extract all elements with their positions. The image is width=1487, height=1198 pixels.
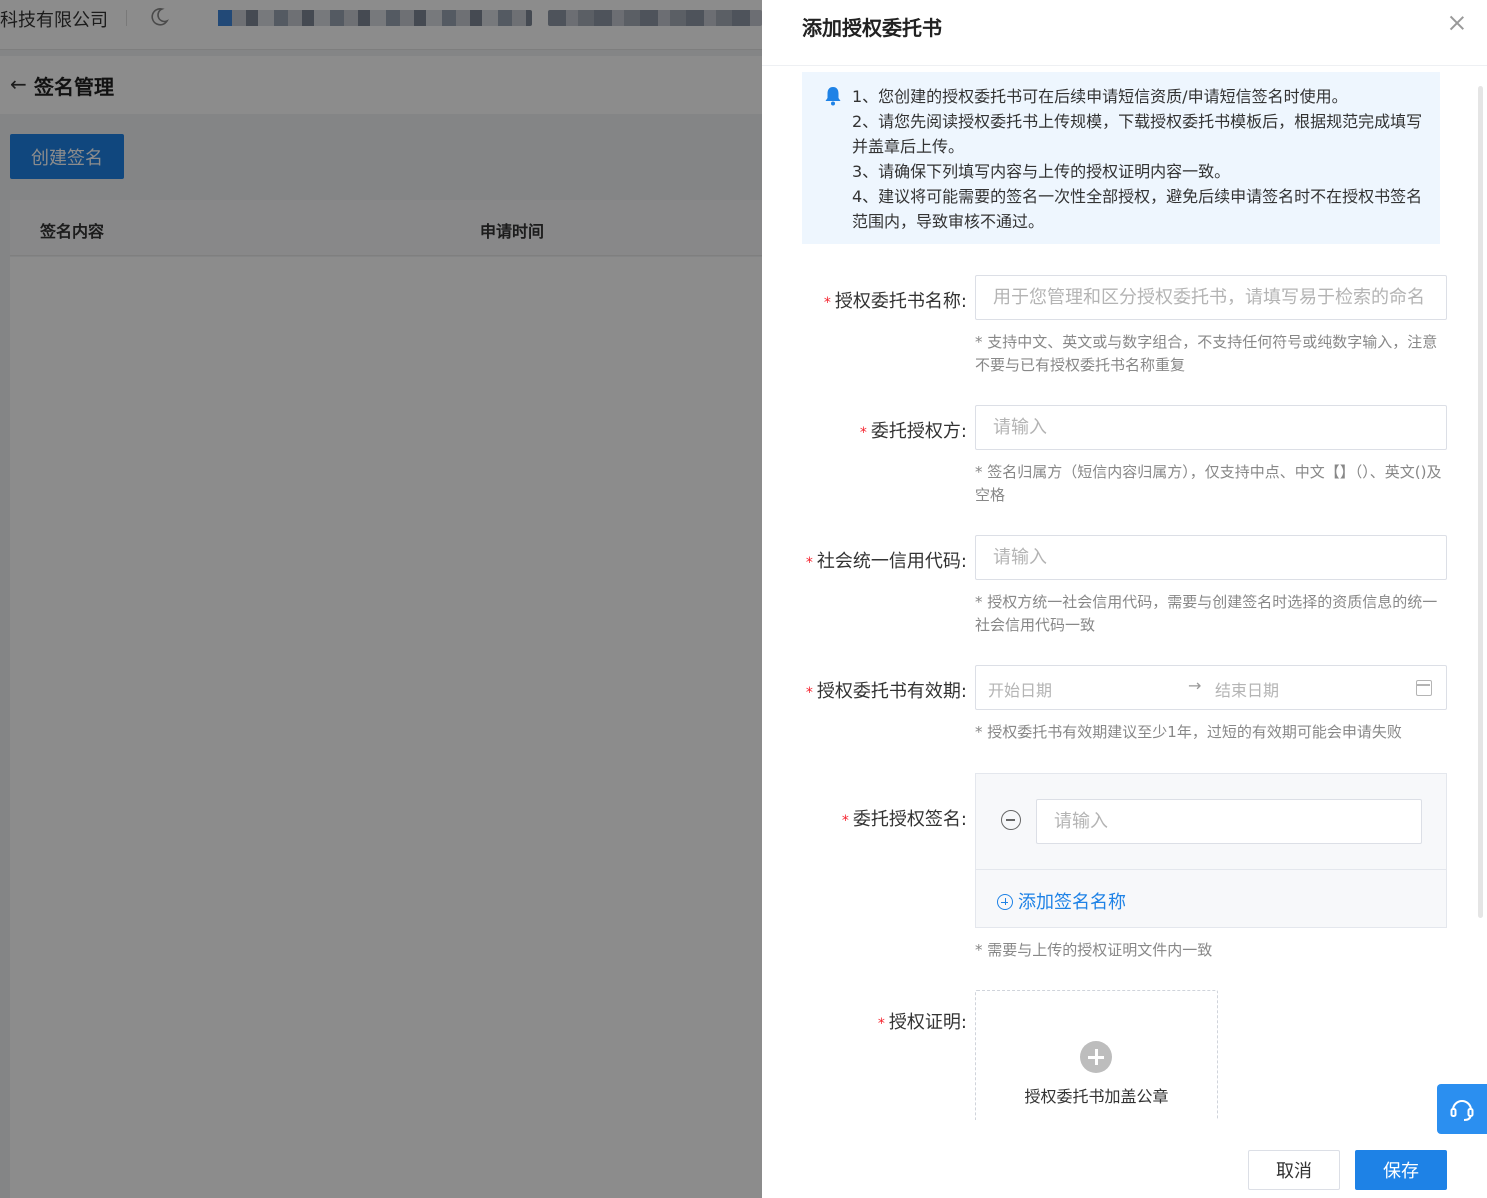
required-mark: *: [823, 295, 831, 311]
start-date-placeholder[interactable]: 开始日期: [988, 677, 1052, 701]
field-label: * 社会统一信用代码:: [806, 547, 967, 573]
customer-service-button[interactable]: [1437, 1084, 1487, 1134]
scrollbar[interactable]: [1478, 86, 1483, 918]
required-mark: *: [859, 425, 867, 441]
authorizer-input[interactable]: [975, 405, 1447, 450]
remove-circle-icon[interactable]: [1001, 810, 1021, 830]
add-circle-icon: [997, 894, 1013, 910]
date-separator: →: [1188, 676, 1202, 695]
upload-plus-icon: [1080, 1041, 1112, 1073]
add-signature-link[interactable]: 添加签名名称: [997, 888, 1126, 914]
proof-upload-area[interactable]: 授权委托书加盖公章: [975, 990, 1218, 1130]
save-button[interactable]: 保存: [1355, 1150, 1447, 1190]
notice-line: 4、建议将可能需要的签名一次性全部授权，避免后续申请签名时不在授权书签名范围内，…: [852, 187, 1423, 231]
close-icon[interactable]: [1446, 12, 1468, 34]
notice-line: 1、您创建的授权委托书可在后续申请短信资质/申请短信签名时使用。: [852, 87, 1348, 106]
signature-name-input[interactable]: [1036, 799, 1422, 844]
upload-label: 授权委托书加盖公章: [1024, 1087, 1169, 1106]
drawer-title: 添加授权委托书: [802, 16, 942, 40]
field-label: * 授权委托书名称:: [824, 287, 967, 313]
field-label: * 委托授权签名:: [842, 805, 967, 831]
authorizer-hint: * 签名归属方（短信内容归属方），仅支持中点、中文【】（）、英文()及空格: [975, 463, 1442, 504]
add-authorization-drawer: 添加授权委托书 1、您创建的授权委托书可在后续申请短信资质/申请短信签名时使用。…: [762, 0, 1487, 1198]
credit-code-hint: * 授权方统一社会信用代码，需要与创建签名时选择的资质信息的统一社会信用代码一致: [975, 593, 1438, 634]
required-mark: *: [877, 1016, 885, 1032]
bell-icon: [825, 87, 841, 106]
notice-line: 2、请您先阅读授权委托书上传规模，下载授权委托书模板后，根据规范完成填写并盖章后…: [852, 112, 1423, 156]
notice-lines: 1、您创建的授权委托书可在后续申请短信资质/申请短信签名时使用。 2、请您先阅读…: [852, 84, 1424, 234]
authorizer-label: 委托授权方:: [870, 421, 967, 442]
signature-item: [976, 774, 1446, 870]
proof-label: 授权证明:: [888, 1012, 967, 1033]
cancel-button[interactable]: 取消: [1248, 1150, 1340, 1190]
calendar-icon: [1416, 680, 1432, 696]
validity-label: 授权委托书有效期:: [816, 681, 967, 702]
required-mark: *: [805, 685, 813, 701]
field-label: * 授权证明:: [878, 1008, 967, 1034]
name-label: 授权委托书名称:: [834, 291, 967, 312]
credit-code-label: 社会统一信用代码:: [816, 551, 967, 572]
drawer-header: 添加授权委托书: [762, 0, 1487, 66]
credit-code-input[interactable]: [975, 535, 1447, 580]
signatures-label: 委托授权签名:: [852, 809, 967, 830]
required-mark: *: [841, 813, 849, 829]
field-label: * 授权委托书有效期:: [806, 677, 967, 703]
notice-line: 3、请确保下列填写内容与上传的授权证明内容一致。: [852, 162, 1231, 181]
field-label: * 委托授权方:: [860, 417, 967, 443]
customer-service-icon: [1450, 1100, 1474, 1121]
modal-mask[interactable]: [0, 0, 762, 1198]
signatures-hint: * 需要与上传的授权证明文件内一致: [975, 941, 1213, 959]
drawer-footer: 取消 保存: [762, 1120, 1487, 1198]
signature-list-box: 添加签名名称: [975, 773, 1447, 928]
add-signature-label: 添加签名名称: [1018, 892, 1126, 913]
authorization-name-input[interactable]: [975, 275, 1447, 320]
notice-box: 1、您创建的授权委托书可在后续申请短信资质/申请短信签名时使用。 2、请您先阅读…: [802, 72, 1440, 244]
end-date-placeholder[interactable]: 结束日期: [1215, 677, 1279, 701]
name-hint: * 支持中文、英文或与数字组合，不支持任何符号或纯数字输入，注意不要与已有授权委…: [975, 333, 1438, 374]
validity-hint: * 授权委托书有效期建议至少1年，过短的有效期可能会申请失败: [975, 723, 1402, 741]
validity-date-range[interactable]: 开始日期 → 结束日期: [975, 665, 1447, 710]
required-mark: *: [805, 555, 813, 571]
